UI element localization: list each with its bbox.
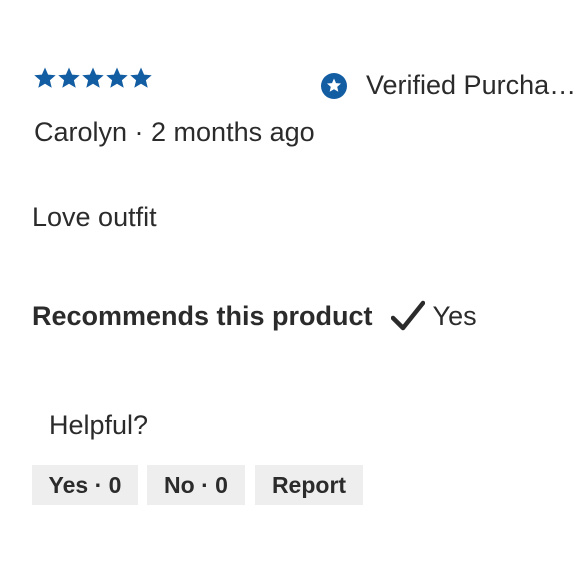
star-icon [57, 66, 81, 90]
star-icon [33, 66, 57, 90]
review-text: Love outfit [32, 202, 157, 232]
star-icon [129, 66, 153, 90]
recommend-value: Yes [432, 300, 477, 331]
star-rating [33, 66, 153, 90]
checkmark-icon [390, 300, 425, 332]
star-icon [105, 66, 129, 90]
helpful-label: Helpful? [49, 410, 149, 440]
verified-purchase-label: Verified Purcha… [366, 70, 577, 100]
report-button[interactable]: Report [255, 465, 363, 505]
review-author-date: Carolyn · 2 months ago [34, 117, 315, 147]
recommend-label: Recommends this product [32, 300, 373, 331]
star-icon [81, 66, 105, 90]
recommendation: Recommends this product Yes [32, 300, 477, 332]
helpful-no-button[interactable]: No · 0 [147, 465, 245, 505]
helpful-yes-button[interactable]: Yes · 0 [32, 465, 138, 505]
star-badge-icon [320, 72, 348, 100]
verified-purchase-badge: Verified Purcha… [320, 70, 576, 101]
